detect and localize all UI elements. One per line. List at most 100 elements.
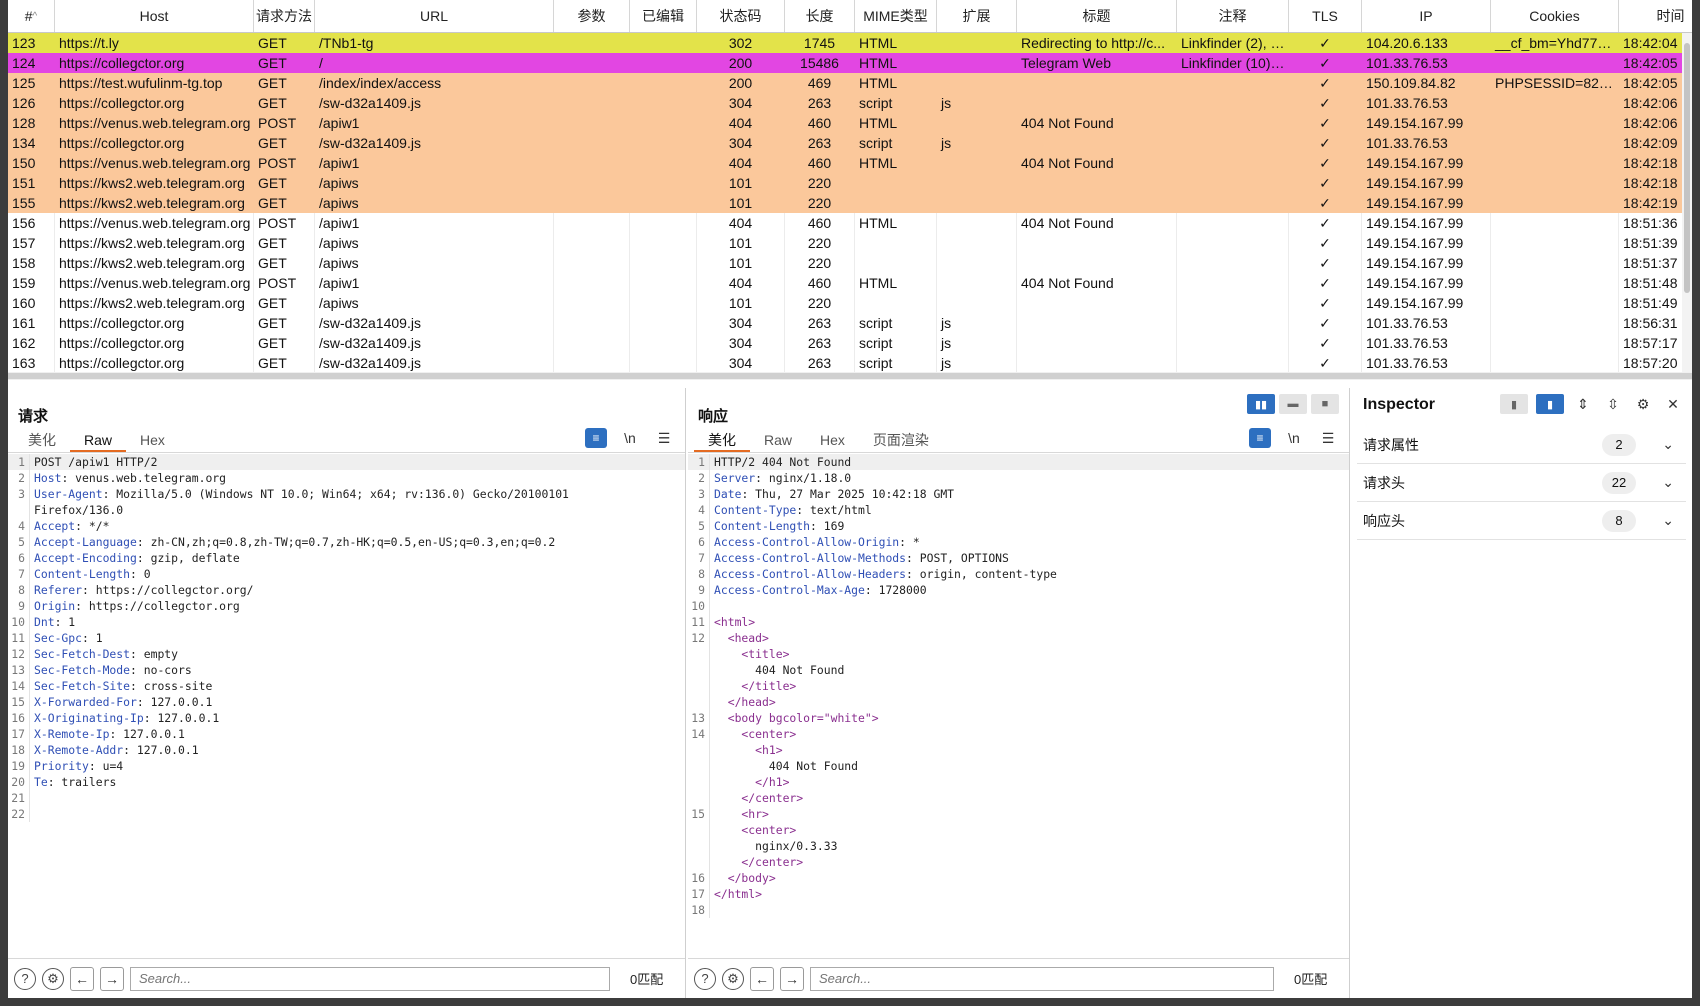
gear-icon[interactable]: ⚙ [42, 967, 64, 990]
col-url-header[interactable]: URL [315, 0, 554, 32]
editor-line: 4 Content-Type: text/html [688, 502, 1349, 518]
inspector-section[interactable]: 请求头 22 ⌄ [1357, 464, 1686, 502]
table-row[interactable]: 161 https://collegctor.org GET/sw-d32a1409… [8, 313, 1692, 333]
layout-right-icon[interactable]: ▮ [1536, 394, 1564, 414]
cell-host: https://collegctor.org [55, 353, 254, 373]
cell-length: 460 [807, 155, 832, 171]
table-row[interactable]: 128 https://venus.web.telegram.org POST/ap… [8, 113, 1692, 133]
table-row[interactable]: 125 https://test.wufulinm-tg.top GET/index… [8, 73, 1692, 93]
col-title-header[interactable]: 标题 [1017, 0, 1177, 32]
chevron-down-icon[interactable]: ⌄ [1662, 512, 1674, 529]
table-row[interactable]: 126 https://collegctor.org GET/sw-d32a1409… [8, 93, 1692, 113]
editor-line: 17 X-Remote-Ip: 127.0.0.1 [8, 726, 685, 742]
table-row[interactable]: 163 https://collegctor.org GET/sw-d32a1409… [8, 353, 1692, 373]
col-length-header[interactable]: 长度 [785, 0, 855, 32]
newline-toggle-button[interactable]: \n [1283, 428, 1305, 448]
col-num-header[interactable]: # ^ [8, 0, 55, 32]
line-number: 17 [8, 726, 30, 742]
table-row[interactable]: 160 https://kws2.web.telegram.org GET/apiw… [8, 293, 1692, 313]
col-method-header[interactable]: 请求方法 [254, 0, 315, 32]
response-tab-0[interactable]: 美化 [694, 430, 750, 452]
collapse-all-icon[interactable]: ⇳ [1602, 394, 1624, 414]
response-tab-3[interactable]: 页面渲染 [859, 430, 943, 452]
layout-left-icon[interactable]: ▮ [1500, 394, 1528, 414]
arrow-left-icon[interactable]: ← [70, 966, 94, 991]
single-pane-icon[interactable]: ■ [1311, 394, 1339, 414]
col-edited-header[interactable]: 已编辑 [630, 0, 697, 32]
cell-comment [1177, 293, 1289, 313]
help-icon[interactable]: ? [694, 967, 716, 990]
col-tls-header[interactable]: TLS [1289, 0, 1362, 32]
request-tab-0[interactable]: 美化 [14, 430, 70, 452]
col-params-header[interactable]: 参数 [554, 0, 630, 32]
split-vertical-icon[interactable]: ▬ [1279, 394, 1307, 414]
response-search-input[interactable] [810, 966, 1274, 991]
col-host-header[interactable]: Host [55, 0, 254, 32]
cell-mime: HTML [859, 55, 898, 71]
chevron-down-icon[interactable]: ⌄ [1662, 474, 1674, 491]
gear-icon[interactable]: ⚙ [1632, 394, 1654, 414]
col-mime-header[interactable]: MIME类型 [855, 0, 937, 32]
table-row[interactable]: 159 https://venus.web.telegram.org POST/ap… [8, 273, 1692, 293]
line-content: Content-Length: 0 [34, 567, 151, 581]
table-row[interactable]: 157 https://kws2.web.telegram.org GET/apiw… [8, 233, 1692, 253]
response-tab-2[interactable]: Hex [806, 430, 859, 452]
wrap-lines-icon[interactable]: ≡ [585, 428, 607, 448]
gear-icon[interactable]: ⚙ [722, 967, 744, 990]
request-editor[interactable]: 1 POST /apiw1 HTTP/2 2 Host: venus.web.tele… [8, 454, 685, 958]
col-comment-header[interactable]: 注释 [1177, 0, 1289, 32]
request-search-input[interactable] [130, 966, 610, 991]
line-text: <body bgcolor="white"> [714, 711, 879, 725]
col-ip-header[interactable]: IP [1362, 0, 1491, 32]
header-key: X-Remote-Addr [34, 743, 124, 757]
vertical-scrollbar[interactable] [1682, 33, 1692, 372]
hamburger-menu-icon[interactable]: ☰ [1317, 428, 1339, 448]
line-number: 21 [8, 790, 30, 806]
expand-all-icon[interactable]: ⇕ [1572, 394, 1594, 414]
header-value: 1 [88, 631, 103, 645]
newline-toggle-button[interactable]: \n [619, 428, 641, 448]
wrap-lines-icon[interactable]: ≡ [1249, 428, 1271, 448]
editor-line: 10 [688, 598, 1349, 614]
arrow-right-icon[interactable]: → [100, 966, 124, 991]
arrow-right-icon[interactable]: → [780, 966, 804, 991]
cell-ip: 101.33.76.53 [1362, 313, 1491, 333]
table-row[interactable]: 156 https://venus.web.telegram.org POST/ap… [8, 213, 1692, 233]
line-content: </center> [710, 790, 803, 806]
hamburger-menu-icon[interactable]: ☰ [653, 428, 675, 448]
col-time-header[interactable]: 时间 [1619, 0, 1692, 32]
inspector-section[interactable]: 响应头 8 ⌄ [1357, 502, 1686, 540]
split-horizontal-icon[interactable]: ▮▮ [1247, 394, 1275, 414]
line-content: Server: nginx/1.18.0 [714, 471, 852, 485]
cell-mime: HTML [859, 35, 898, 51]
col-status-header[interactable]: 状态码 [697, 0, 785, 32]
cell-cookies [1491, 293, 1619, 313]
table-row[interactable]: 150 https://venus.web.telegram.org POST/ap… [8, 153, 1692, 173]
table-row[interactable]: 155 https://kws2.web.telegram.org GET/apiw… [8, 193, 1692, 213]
editor-line: Firefox/136.0 [8, 502, 685, 518]
request-tab-2[interactable]: Hex [126, 430, 179, 452]
cell-url: /sw-d32a1409.js [319, 95, 421, 111]
header-key: Access-Control-Allow-Origin [714, 535, 900, 549]
cell-host: https://kws2.web.telegram.org [55, 293, 254, 313]
editor-line: </h1> [688, 774, 1349, 790]
col-cookies-header[interactable]: Cookies [1491, 0, 1619, 32]
help-icon[interactable]: ? [14, 967, 36, 990]
request-tab-1[interactable]: Raw [70, 430, 127, 452]
chevron-down-icon[interactable]: ⌄ [1662, 436, 1674, 453]
table-row[interactable]: 123 https://t.ly GET/TNb1-tg 302 1745 HTML Red… [8, 33, 1692, 53]
inspector-section[interactable]: 请求属性 2 ⌄ [1357, 426, 1686, 464]
table-row[interactable]: 124 https://collegctor.org GET / 200 15486 HTM… [8, 53, 1692, 73]
table-row[interactable]: 134 https://collegctor.org GET/sw-d32a1409… [8, 133, 1692, 153]
arrow-left-icon[interactable]: ← [750, 966, 774, 991]
close-icon[interactable]: ✕ [1662, 394, 1684, 414]
col-ext-header[interactable]: 扩展 [937, 0, 1017, 32]
table-row[interactable]: 162 https://collegctor.org GET/sw-d32a1409… [8, 333, 1692, 353]
horizontal-scrollbar[interactable] [8, 372, 1692, 380]
table-row[interactable]: 158 https://kws2.web.telegram.org GET/apiw… [8, 253, 1692, 273]
response-tab-1[interactable]: Raw [750, 430, 806, 452]
line-content: Origin: https://collegctor.org [34, 599, 240, 613]
line-content: <body bgcolor="white"> [710, 710, 879, 726]
response-editor[interactable]: 1 HTTP/2 404 Not Found 2 Server: nginx/1.18… [688, 454, 1349, 958]
table-row[interactable]: 151 https://kws2.web.telegram.org GET/apiw… [8, 173, 1692, 193]
